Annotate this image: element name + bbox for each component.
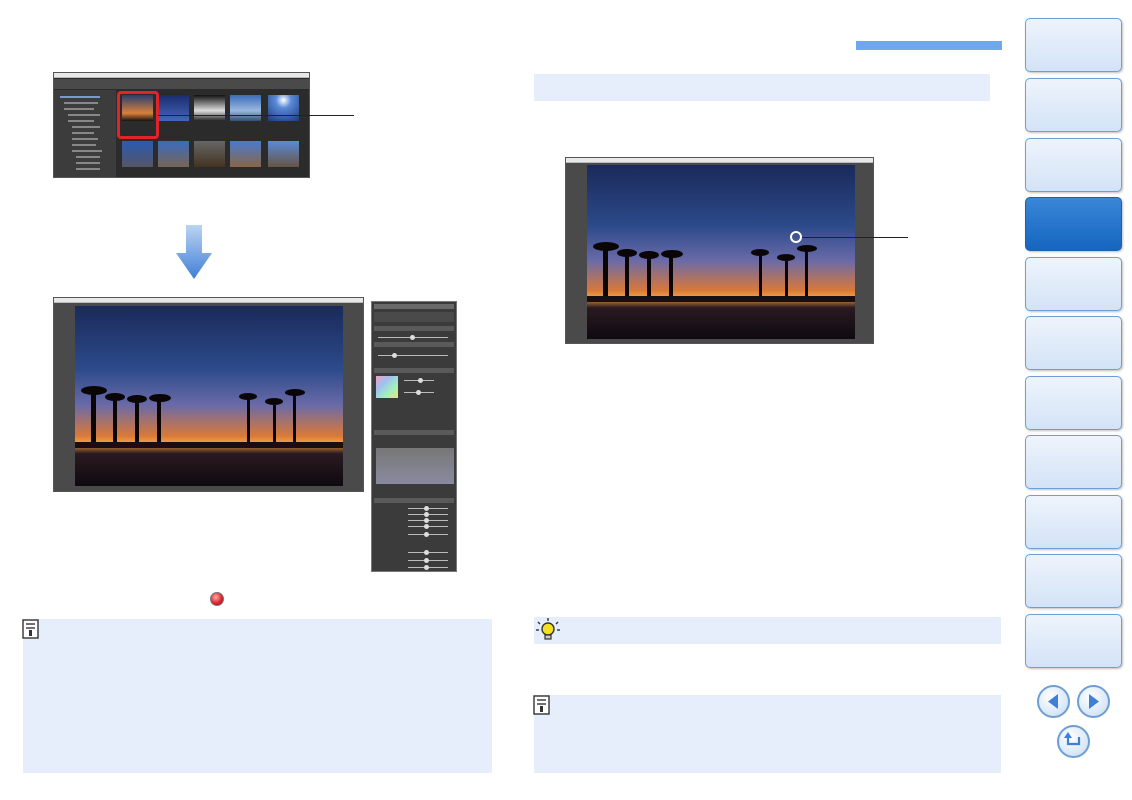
prev-page-button[interactable] (1037, 685, 1070, 718)
browser-screenshot (53, 72, 310, 178)
screenshot-menubar (54, 73, 309, 78)
adjustment-panel-screenshot (371, 301, 457, 572)
nav-tab[interactable] (1025, 18, 1122, 72)
nav-tab[interactable] (1025, 614, 1122, 668)
thumbnail[interactable] (268, 141, 299, 167)
edit-window-screenshot (53, 297, 364, 492)
edit-window-photo (75, 306, 343, 486)
red-record-icon (210, 592, 224, 606)
thumbnail[interactable] (230, 141, 261, 167)
section-accent-bar (856, 41, 1002, 50)
edit-image-photo (587, 165, 855, 339)
nav-tab[interactable] (1025, 138, 1122, 192)
arrow-down-icon (176, 225, 212, 279)
thumbnail[interactable] (158, 95, 189, 121)
lightbulb-icon (536, 618, 560, 640)
nav-tab-active[interactable] (1025, 197, 1122, 251)
heading-box (534, 74, 990, 101)
nav-tab[interactable] (1025, 435, 1122, 489)
memo-icon (533, 695, 550, 715)
thumbnail[interactable] (158, 141, 189, 167)
note-box (534, 695, 1001, 773)
note-box (23, 619, 492, 773)
histogram (376, 448, 454, 484)
selected-thumbnail-highlight (117, 91, 159, 139)
thumbnail[interactable] (122, 141, 153, 167)
return-icon (1064, 732, 1081, 746)
thumbnail[interactable] (194, 95, 225, 121)
thumbnail[interactable] (194, 141, 225, 167)
arrow-left-icon (1048, 694, 1058, 709)
return-button[interactable] (1057, 725, 1090, 758)
screenshot-toolbar (54, 79, 309, 89)
edit-image-screenshot (565, 157, 874, 344)
memo-icon (22, 619, 39, 639)
callout-line (802, 237, 908, 238)
nav-tab[interactable] (1025, 495, 1122, 549)
tip-box (534, 617, 1001, 644)
arrow-right-icon (1089, 694, 1099, 709)
nav-tab[interactable] (1025, 316, 1122, 370)
thumbnail[interactable] (268, 95, 299, 121)
callout-line (158, 115, 354, 116)
nav-tab[interactable] (1025, 554, 1122, 608)
next-page-button[interactable] (1077, 685, 1110, 718)
screenshot-menubar (54, 298, 363, 303)
color-wheel (376, 376, 398, 398)
thumbnail[interactable] (230, 95, 261, 121)
screenshot-menubar (566, 158, 873, 163)
nav-tab[interactable] (1025, 257, 1122, 311)
nav-tab[interactable] (1025, 376, 1122, 430)
folder-tree (54, 90, 116, 177)
point-marker (790, 231, 802, 243)
nav-tab[interactable] (1025, 78, 1122, 132)
